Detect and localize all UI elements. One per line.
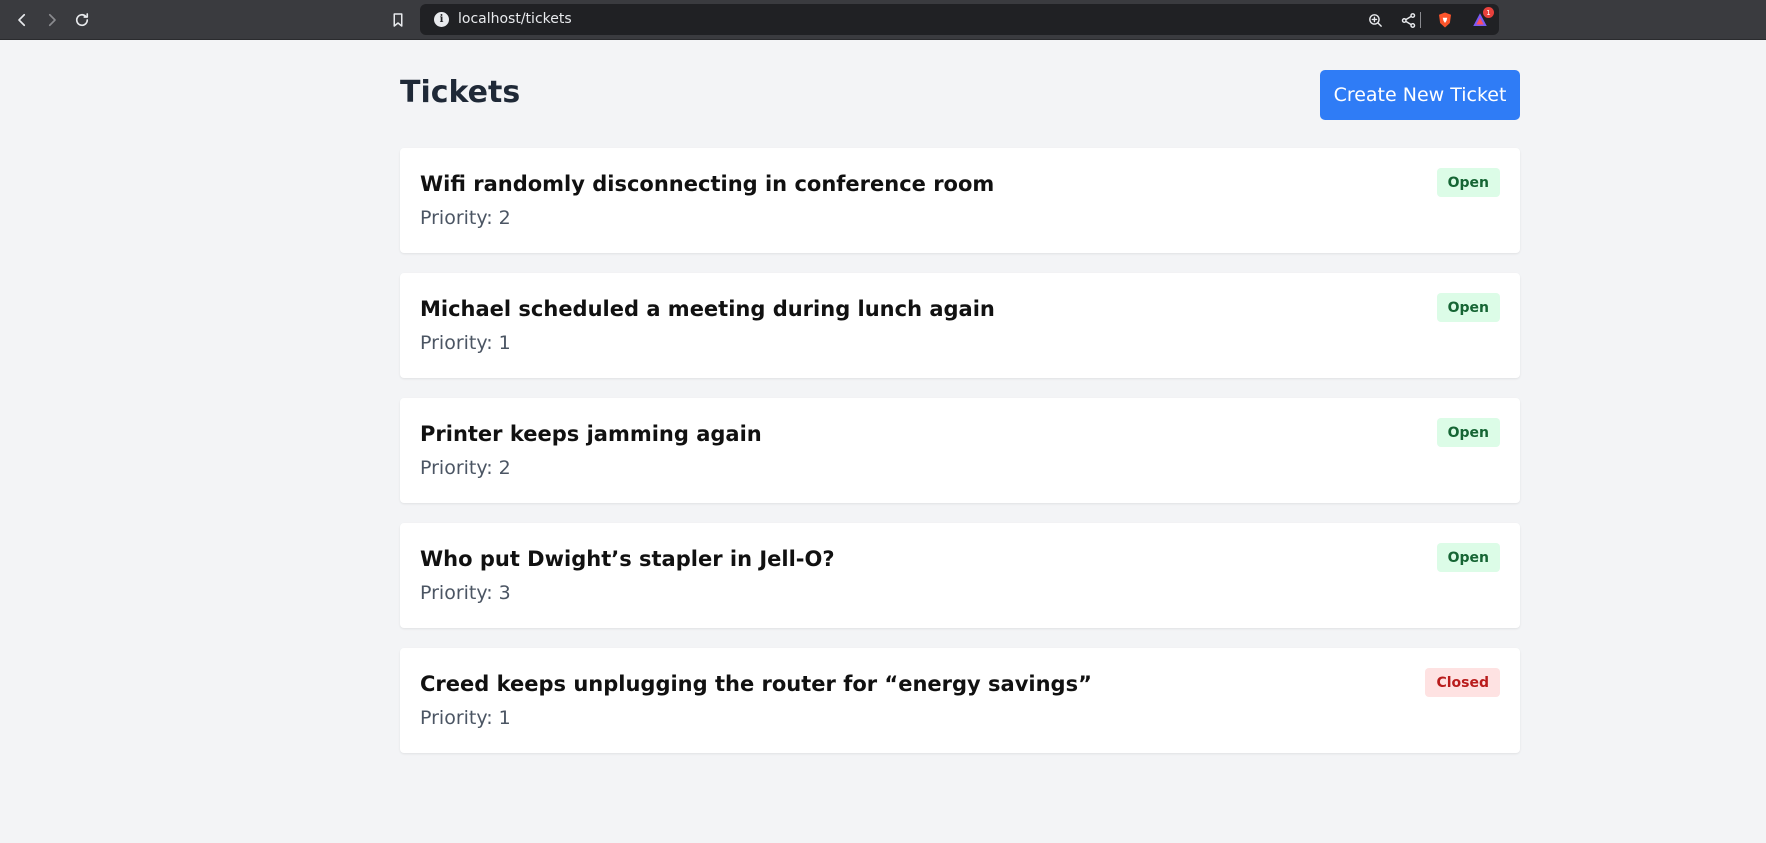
share-icon[interactable] — [1398, 10, 1418, 30]
ticket-title[interactable]: Wifi randomly disconnecting in conferenc… — [420, 172, 994, 196]
ticket-list: Wifi randomly disconnecting in conferenc… — [400, 148, 1520, 753]
brave-shield-icon[interactable] — [1435, 10, 1455, 30]
ticket-priority: Priority: 1 — [420, 332, 511, 354]
brave-rewards-icon[interactable]: 1 — [1470, 7, 1494, 30]
ticket-title[interactable]: Michael scheduled a meeting during lunch… — [420, 297, 995, 321]
ticket-card[interactable]: Creed keeps unplugging the router for “e… — [400, 648, 1520, 753]
browser-toolbar: i localhost/tickets 1 — [0, 0, 1766, 40]
info-icon[interactable]: i — [434, 12, 449, 27]
address-bar[interactable]: i localhost/tickets 1 — [420, 4, 1499, 35]
ticket-card[interactable]: Wifi randomly disconnecting in conferenc… — [400, 148, 1520, 253]
ticket-card[interactable]: Who put Dwight’s stapler in Jell-O? Prio… — [400, 523, 1520, 628]
status-badge: Closed — [1425, 668, 1500, 697]
url-separator — [1420, 12, 1421, 28]
page-header: Tickets Create New Ticket — [400, 40, 1520, 148]
ticket-card[interactable]: Printer keeps jamming again Priority: 2 … — [400, 398, 1520, 503]
forward-icon[interactable] — [40, 8, 64, 32]
ticket-priority: Priority: 1 — [420, 707, 511, 729]
main-content: Tickets Create New Ticket Wifi randomly … — [400, 40, 1520, 773]
status-badge: Open — [1436, 293, 1500, 322]
reload-icon[interactable] — [70, 8, 94, 32]
ticket-card[interactable]: Michael scheduled a meeting during lunch… — [400, 273, 1520, 378]
ticket-priority: Priority: 3 — [420, 582, 511, 604]
ticket-title[interactable]: Creed keeps unplugging the router for “e… — [420, 672, 1092, 696]
page-title: Tickets — [400, 75, 521, 110]
status-badge: Open — [1436, 418, 1500, 447]
ticket-title[interactable]: Printer keeps jamming again — [420, 422, 762, 446]
status-badge: Open — [1436, 168, 1500, 197]
bookmark-icon[interactable] — [386, 8, 410, 32]
rewards-badge: 1 — [1483, 7, 1494, 18]
status-badge: Open — [1436, 543, 1500, 572]
ticket-priority: Priority: 2 — [420, 457, 511, 479]
ticket-priority: Priority: 2 — [420, 207, 511, 229]
back-icon[interactable] — [10, 8, 34, 32]
create-new-ticket-button[interactable]: Create New Ticket — [1320, 70, 1520, 120]
zoom-icon[interactable] — [1365, 10, 1385, 30]
ticket-title[interactable]: Who put Dwight’s stapler in Jell-O? — [420, 547, 835, 571]
url-text[interactable]: localhost/tickets — [458, 11, 572, 27]
